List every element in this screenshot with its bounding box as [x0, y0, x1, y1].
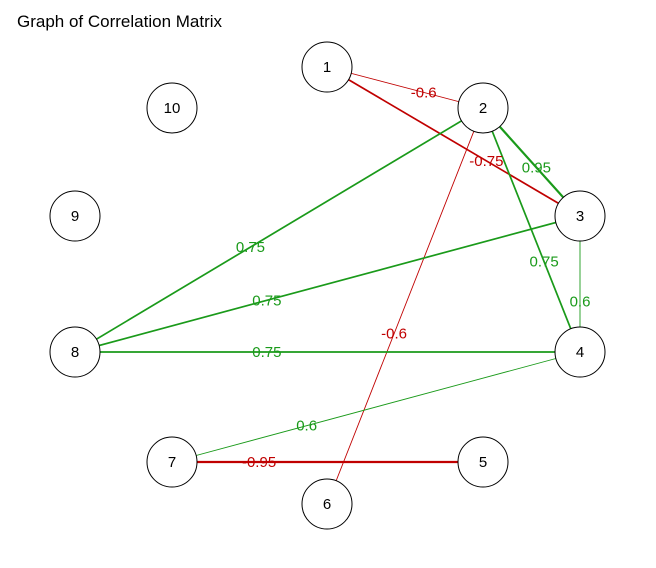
node-7: 7 — [146, 436, 198, 488]
edges-layer — [74, 66, 581, 505]
node-1: 1 — [301, 41, 353, 93]
edge-label-3-4: 0.6 — [570, 294, 591, 311]
edge-1-3 — [326, 66, 581, 217]
node-label: 4 — [576, 344, 584, 361]
edge-label-7-5: -0.95 — [242, 454, 276, 471]
edge-label-2-6: -0.6 — [381, 326, 407, 343]
node-label: 2 — [479, 100, 487, 117]
nodes-layer: 1 2 3 4 5 6 7 8 9 10 — [49, 41, 606, 530]
edge-2-8 — [74, 107, 484, 353]
edge-label-2-4: 0.75 — [530, 254, 559, 271]
edge-label-1-3: -0.75 — [469, 153, 503, 170]
node-5: 5 — [457, 436, 509, 488]
node-label: 3 — [576, 208, 584, 225]
node-2: 2 — [457, 82, 509, 134]
node-label: 5 — [479, 454, 487, 471]
node-label: 9 — [71, 208, 79, 225]
node-label: 8 — [71, 344, 79, 361]
node-label: 7 — [168, 454, 176, 471]
edge-3-8 — [74, 215, 581, 353]
node-3: 3 — [554, 190, 606, 242]
node-10: 10 — [146, 82, 198, 134]
edge-label-2-3: 0.95 — [522, 159, 551, 176]
edge-label-2-8: 0.75 — [236, 239, 265, 256]
node-9: 9 — [49, 190, 101, 242]
node-4: 4 — [554, 326, 606, 378]
edge-4-7 — [171, 351, 581, 463]
edge-label-4-7: 0.6 — [296, 418, 317, 435]
node-label: 10 — [164, 100, 181, 117]
node-6: 6 — [301, 478, 353, 530]
edge-label-3-8: 0.75 — [252, 292, 281, 309]
correlation-graph-canvas: Graph of Correlation Matrix -0.6 -0.75 0.9… — [0, 0, 656, 568]
node-8: 8 — [49, 326, 101, 378]
node-label: 6 — [323, 496, 331, 513]
edge-2-6 — [326, 107, 484, 505]
correlation-network: -0.6 -0.75 0.95 0.75 0.75 -0.6 0.6 0.75 0.75 0.6 -… — [49, 41, 606, 530]
edge-label-1-2: -0.6 — [411, 84, 437, 101]
edge-label-4-8: 0.75 — [252, 344, 281, 361]
edge-labels-layer: -0.6 -0.75 0.95 0.75 0.75 -0.6 0.6 0.75 0.75 0.6 -… — [236, 84, 591, 471]
node-label: 1 — [323, 59, 331, 76]
